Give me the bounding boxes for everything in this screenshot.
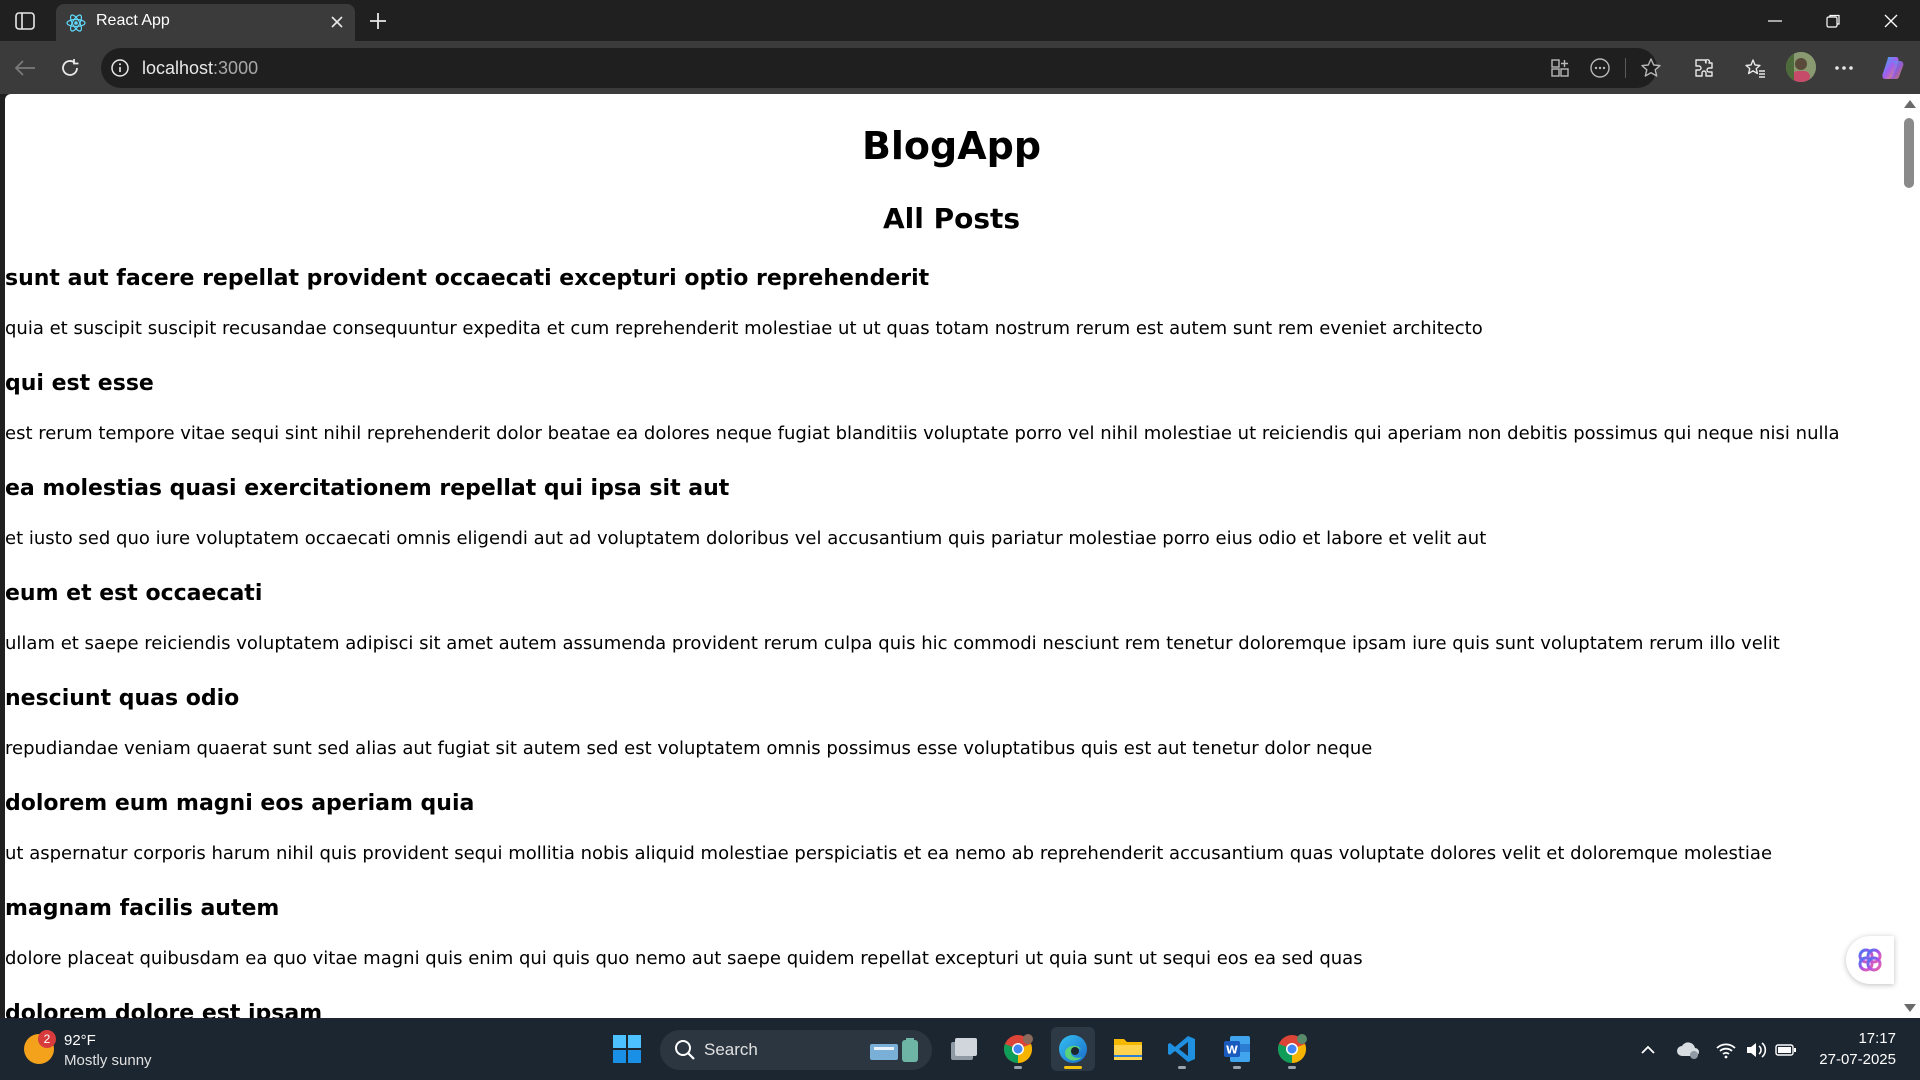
sidebar-icon[interactable] xyxy=(12,9,38,33)
close-icon[interactable] xyxy=(327,12,347,32)
battery-icon[interactable] xyxy=(1774,1038,1798,1062)
page-viewport: BlogApp All Posts sunt aut facere repell… xyxy=(5,94,1898,1018)
chrome-icon[interactable] xyxy=(996,1027,1040,1071)
restore-icon[interactable] xyxy=(1804,0,1862,41)
clock-date[interactable]: 27-07-2025 xyxy=(1819,1051,1896,1068)
chrome-icon[interactable] xyxy=(1270,1027,1314,1071)
post-title: dolorem eum magni eos aperiam quia xyxy=(5,791,475,816)
plus-icon[interactable] xyxy=(364,7,392,35)
notification-badge: 2 xyxy=(38,1030,56,1048)
post-title: sunt aut facere repellat provident occae… xyxy=(5,266,930,291)
avatar[interactable] xyxy=(1786,52,1816,82)
search-highlight-icon xyxy=(868,1036,924,1069)
post-body: dolore placeat quibusdam ea quo vitae ma… xyxy=(5,948,1363,969)
tab-title: React App xyxy=(96,12,170,29)
post-item: qui est esse est rerum tempore vitae seq… xyxy=(5,369,1898,444)
address-bar[interactable]: localhost:3000 xyxy=(101,48,1661,88)
back-icon[interactable] xyxy=(10,53,40,83)
react-icon xyxy=(66,13,86,33)
browser-titlebar: React App xyxy=(0,0,1920,41)
file-explorer-icon[interactable] xyxy=(1106,1027,1150,1071)
browser-tab[interactable]: React App xyxy=(56,4,355,41)
close-icon[interactable] xyxy=(1862,0,1920,41)
scroll-thumb[interactable] xyxy=(1904,118,1914,188)
weather-condition: Mostly sunny xyxy=(64,1052,152,1069)
post-body: et iusto sed quo iure voluptatem occaeca… xyxy=(5,528,1487,549)
vscode-icon[interactable] xyxy=(1160,1027,1204,1071)
favorites-icon[interactable] xyxy=(1740,53,1770,83)
running-indicator xyxy=(1233,1066,1241,1069)
post-body: est rerum tempore vitae sequi sint nihil… xyxy=(5,423,1840,444)
post-body: quia et suscipit suscipit recusandae con… xyxy=(5,318,1483,339)
info-icon[interactable] xyxy=(110,58,130,78)
extensions-icon[interactable] xyxy=(1689,53,1719,83)
app-title: BlogApp xyxy=(861,124,1042,168)
active-indicator xyxy=(1064,1066,1082,1069)
post-title: magnam facilis autem xyxy=(5,896,280,921)
post-title: dolorem dolore est ipsam xyxy=(5,1001,323,1018)
scroll-up-arrow[interactable] xyxy=(1904,100,1916,108)
post-body: ut aspernatur corporis harum nihil quis … xyxy=(5,843,1773,864)
url-text[interactable]: localhost:3000 xyxy=(142,58,258,79)
post-item: nesciunt quas odio repudiandae veniam qu… xyxy=(5,684,1898,759)
post-title: nesciunt quas odio xyxy=(5,686,240,711)
word-icon[interactable]: W xyxy=(1215,1027,1259,1071)
task-view-icon[interactable] xyxy=(942,1027,986,1071)
post-item: eum et est occaecati ullam et saepe reic… xyxy=(5,579,1898,654)
post-title: eum et est occaecati xyxy=(5,581,263,606)
post-body: repudiandae veniam quaerat sunt sed alia… xyxy=(5,738,1373,759)
wifi-icon[interactable] xyxy=(1714,1038,1738,1062)
running-indicator xyxy=(1178,1066,1186,1069)
post-item: ea molestias quasi exercitationem repell… xyxy=(5,474,1898,549)
post-item: dolorem dolore est ipsam xyxy=(5,999,1898,1018)
refresh-icon[interactable] xyxy=(55,53,85,83)
search-icon xyxy=(674,1039,696,1066)
copilot-float-icon[interactable] xyxy=(1846,936,1894,984)
star-icon[interactable] xyxy=(1639,56,1663,80)
more-icon[interactable] xyxy=(1829,53,1859,83)
page-scrollbar[interactable] xyxy=(1898,94,1920,1018)
post-title: qui est esse xyxy=(5,371,154,396)
section-title: All Posts xyxy=(882,202,1021,235)
clock-time[interactable]: 17:17 xyxy=(1858,1030,1896,1047)
scroll-down-arrow[interactable] xyxy=(1904,1004,1916,1012)
copilot-icon[interactable] xyxy=(1878,53,1908,83)
minimize-icon[interactable] xyxy=(1746,0,1804,41)
weather-widget[interactable]: 2 92°F Mostly sunny xyxy=(24,1028,204,1072)
post-item: sunt aut facere repellat provident occae… xyxy=(5,264,1898,339)
taskbar-search[interactable]: Search xyxy=(660,1030,932,1070)
post-title: ea molestias quasi exercitationem repell… xyxy=(5,476,730,501)
reading-icon[interactable] xyxy=(1588,56,1612,80)
post-body: ullam et saepe reiciendis voluptatem adi… xyxy=(5,633,1780,654)
weather-temperature: 92°F xyxy=(64,1032,96,1049)
post-item: magnam facilis autem dolore placeat quib… xyxy=(5,894,1898,969)
browser-toolbar: localhost:3000 xyxy=(0,41,1920,94)
app-available-icon[interactable] xyxy=(1548,56,1572,80)
taskbar: 2 92°F Mostly sunny Search W 17:17 27-07… xyxy=(0,1018,1920,1080)
volume-icon[interactable] xyxy=(1744,1038,1768,1062)
running-indicator xyxy=(1288,1066,1296,1069)
url-port: :3000 xyxy=(213,58,259,78)
divider xyxy=(1625,58,1626,78)
onedrive-icon[interactable] xyxy=(1676,1038,1700,1062)
svg-text:W: W xyxy=(1226,1044,1238,1057)
post-item: dolorem eum magni eos aperiam quia ut as… xyxy=(5,789,1898,864)
windows-start-icon[interactable] xyxy=(605,1027,649,1071)
chevron-up-icon[interactable] xyxy=(1636,1038,1660,1062)
search-label: Search xyxy=(704,1040,758,1059)
url-host: localhost xyxy=(142,58,214,78)
running-indicator xyxy=(1014,1066,1022,1069)
edge-icon[interactable] xyxy=(1051,1027,1095,1071)
